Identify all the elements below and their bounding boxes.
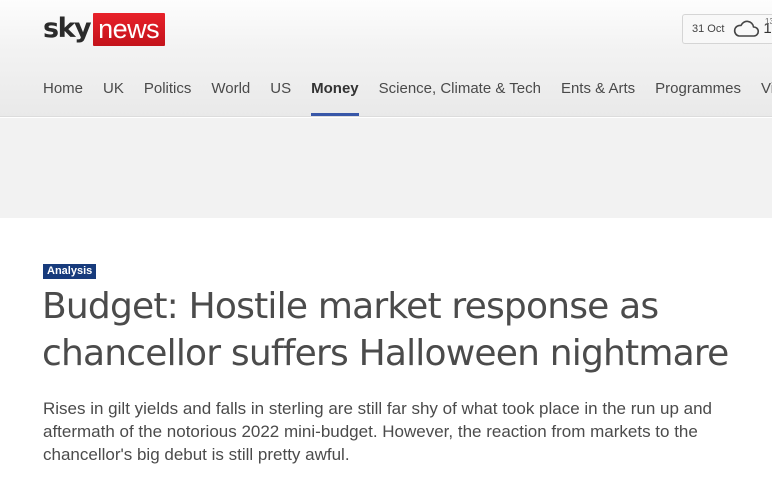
nav-item-us[interactable]: US	[270, 78, 291, 116]
nav-item-ents-arts[interactable]: Ents & Arts	[561, 78, 635, 116]
article-standfirst: Rises in gilt yields and falls in sterli…	[43, 399, 713, 464]
main-navigation: Home UK Politics World US Money Science,…	[43, 78, 772, 116]
nav-item-money[interactable]: Money	[311, 78, 359, 116]
logo-sky-text: sky	[43, 13, 92, 44]
weather-widget[interactable]: 31 Oct 1	[682, 14, 772, 44]
nav-item-science-climate-tech[interactable]: Science, Climate & Tech	[379, 78, 541, 116]
advert-banner-area	[0, 118, 772, 218]
nav-item-world[interactable]: World	[211, 78, 250, 116]
nav-item-videos[interactable]: Videos	[761, 78, 772, 116]
nav-item-politics[interactable]: Politics	[144, 78, 192, 116]
site-header: sky news 31 Oct 1 13 Home UK Politics Wo…	[0, 0, 772, 117]
cloud-icon	[734, 20, 760, 37]
nav-item-programmes[interactable]: Programmes	[655, 78, 741, 116]
logo-news-text: news	[93, 12, 166, 46]
weather-secondary-value: 13	[765, 17, 772, 26]
nav-item-uk[interactable]: UK	[103, 78, 124, 116]
article-headline: Budget: Hostile market response as chanc…	[42, 286, 729, 374]
weather-date: 31 Oct	[692, 23, 725, 35]
sky-news-logo[interactable]: sky news	[43, 12, 166, 46]
nav-item-home[interactable]: Home	[43, 78, 83, 116]
analysis-badge[interactable]: Analysis	[43, 264, 97, 279]
